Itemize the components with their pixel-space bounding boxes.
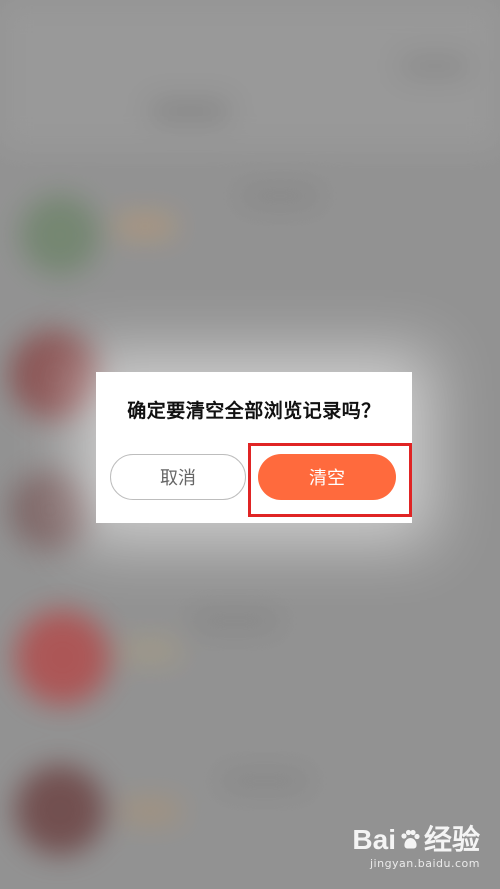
confirm-dialog: 确定要清空全部浏览记录吗？ 取消 清空 [96, 372, 412, 523]
cancel-button[interactable]: 取消 [110, 454, 246, 500]
watermark-brand-left: Bai [352, 824, 396, 855]
paw-icon [401, 829, 420, 849]
watermark-logo: Bai 经验 [340, 823, 480, 857]
watermark-brand-right: 经验 [423, 824, 480, 855]
clear-button[interactable]: 清空 [258, 454, 396, 500]
dialog-title: 确定要清空全部浏览记录吗？ [127, 400, 381, 422]
watermark-url: jingyan.baidu.com [369, 857, 480, 870]
app-screen: 确定要清空全部浏览记录吗？ 取消 清空 Bai 经验 jingyan.baidu… [0, 0, 500, 889]
baidu-jingyan-watermark: Bai 经验 jingyan.baidu.com [340, 823, 480, 883]
